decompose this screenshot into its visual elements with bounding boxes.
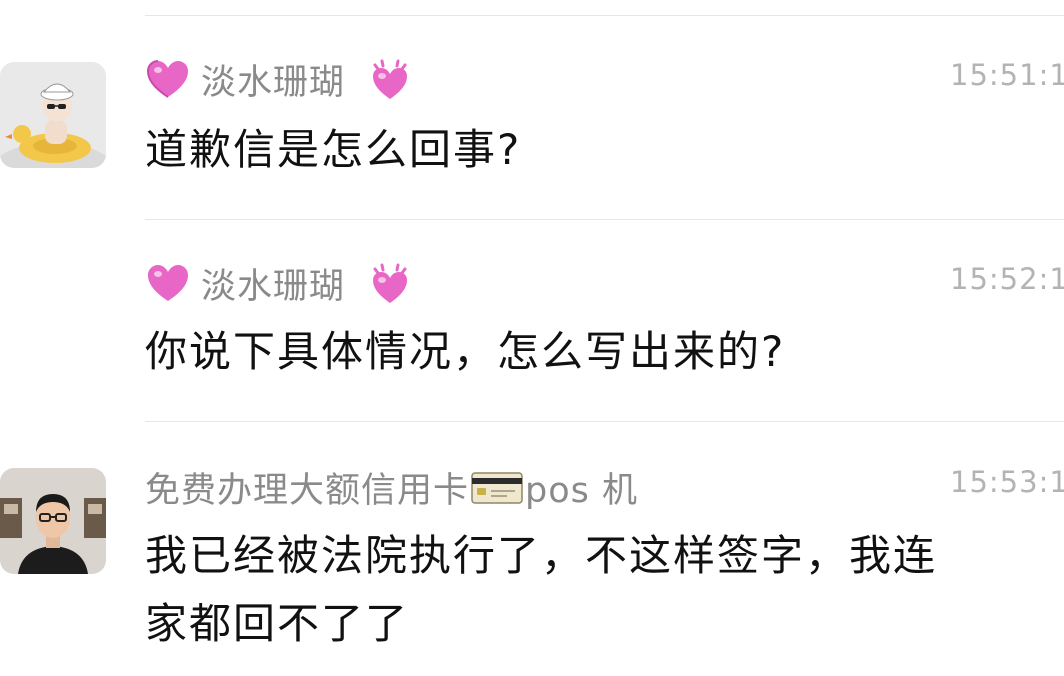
message-timestamp: 15:53:12 [950, 465, 1064, 499]
message-text[interactable]: 你说下具体情况，怎么写出来的? [145, 322, 785, 382]
avatar-duck[interactable] [0, 62, 106, 168]
sender-name[interactable]: 淡水珊瑚 [201, 54, 345, 105]
duck-float-avatar-icon [0, 62, 106, 168]
divider-top [145, 15, 1064, 16]
sender-name-suffix[interactable]: pos 机 [525, 462, 638, 513]
divider-1 [145, 219, 1064, 220]
pink-heart-icon [148, 264, 188, 301]
pink-heart-icon [146, 59, 188, 98]
divider-2 [145, 421, 1064, 422]
message-timestamp: 15:51:10 [950, 58, 1064, 92]
message-text-line2[interactable]: 家都回不了了 [145, 594, 409, 654]
credit-card-icon [471, 471, 523, 504]
man-photo-avatar-icon [0, 468, 106, 574]
message-text-line1[interactable]: 我已经被法院执行了，不这样签字，我连 [145, 526, 937, 586]
sender-row-1: 淡水珊瑚 [145, 54, 413, 105]
sender-row-3: 免费办理大额信用卡 pos 机 [145, 462, 638, 513]
avatar-man[interactable] [0, 468, 106, 574]
sender-name[interactable]: 淡水珊瑚 [201, 258, 345, 309]
message-timestamp: 15:52:10 [950, 262, 1064, 296]
sender-row-2: 淡水珊瑚 [145, 258, 413, 309]
sender-name-prefix[interactable]: 免费办理大额信用卡 [145, 462, 469, 513]
sparkle-heart-icon [373, 59, 408, 99]
message-text[interactable]: 道歉信是怎么回事? [145, 120, 521, 180]
sparkle-heart-icon [373, 263, 408, 303]
